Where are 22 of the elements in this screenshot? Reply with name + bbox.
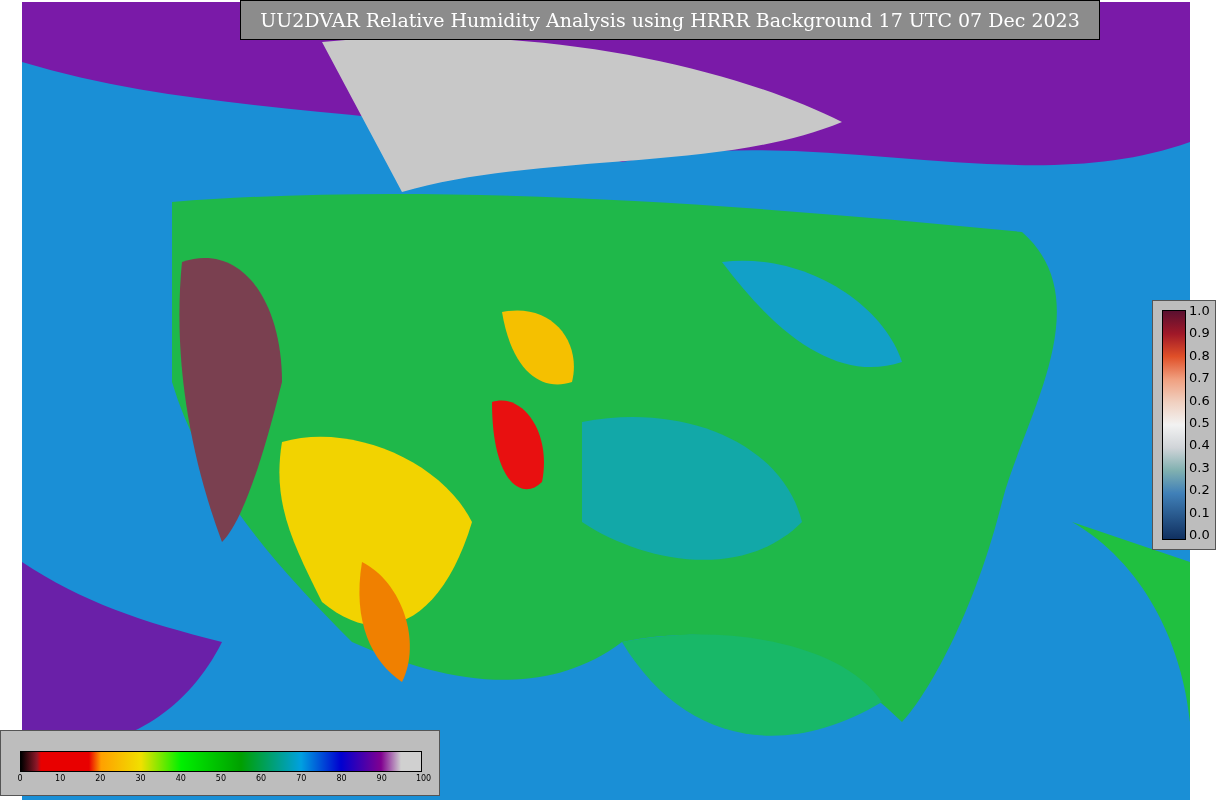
tick-label: 0.7: [1189, 371, 1210, 386]
tick-label: 30: [134, 774, 147, 784]
tick-label: 10: [54, 774, 67, 784]
tick-label: 1.0: [1189, 304, 1210, 318]
tick-label: 0.9: [1189, 326, 1210, 341]
tick-label: 0.3: [1189, 460, 1210, 475]
tick-label: 0.6: [1189, 393, 1210, 408]
tick-label: 40: [174, 774, 187, 784]
tick-label: 0.0: [1189, 527, 1210, 542]
tick-label: 0.2: [1189, 483, 1210, 498]
map-title: UU2DVAR Relative Humidity Analysis using HRRR Background 17 UTC 07 Dec 2023: [240, 0, 1100, 40]
tick-label: 80: [335, 774, 348, 784]
tick-label: 0.8: [1189, 348, 1210, 363]
tick-label: 0.1: [1189, 505, 1210, 520]
tick-label: 70: [295, 774, 308, 784]
tick-label: 0.4: [1189, 438, 1210, 453]
tick-label: 50: [214, 774, 227, 784]
tick-label: 20: [94, 774, 107, 784]
tick-label: 0: [16, 774, 24, 784]
tick-label: 0.5: [1189, 415, 1210, 430]
tick-label: 90: [375, 774, 388, 784]
tick-label: 60: [255, 774, 268, 784]
